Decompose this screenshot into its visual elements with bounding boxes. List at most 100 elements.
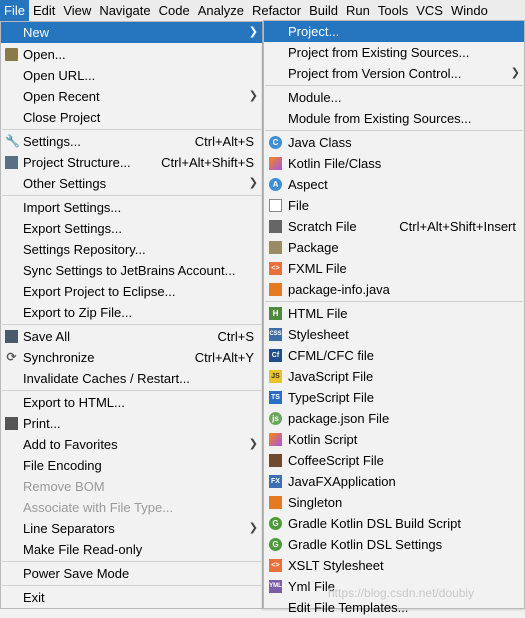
new-singleton-item[interactable]: Singleton <box>264 492 524 513</box>
menu-file[interactable]: File <box>0 0 29 21</box>
new-coffeescript-file-item[interactable]: CoffeeScript File <box>264 450 524 471</box>
new-file-item[interactable]: File <box>264 195 524 216</box>
menu-window[interactable]: Windo <box>447 0 492 21</box>
file-export-settings-item[interactable]: Export Settings... <box>1 218 262 239</box>
new-kotlin-class-item[interactable]: Kotlin File/Class <box>264 153 524 174</box>
gradle-icon: G <box>269 538 282 551</box>
aspect-icon: A <box>269 178 282 191</box>
file-export-eclipse-item[interactable]: Export Project to Eclipse... <box>1 281 262 302</box>
file-invalidate-caches-item[interactable]: Invalidate Caches / Restart... <box>1 368 262 389</box>
java-class-icon: C <box>269 136 282 149</box>
new-project-existing-label: Project from Existing Sources... <box>288 45 470 60</box>
separator <box>2 129 261 130</box>
new-javascript-file-item[interactable]: JS JavaScript File <box>264 366 524 387</box>
file-print-item[interactable]: Print... <box>1 413 262 434</box>
file-line-separators-item[interactable]: Line Separators ❯ <box>1 518 262 539</box>
chevron-right-icon: ❯ <box>248 522 258 534</box>
new-project-vcs-label: Project from Version Control... <box>288 66 462 81</box>
file-power-save-item[interactable]: Power Save Mode <box>1 563 262 584</box>
html-icon: H <box>269 307 282 320</box>
file-add-favorites-item[interactable]: Add to Favorites ❯ <box>1 434 262 455</box>
file-settings-item[interactable]: 🔧 Settings... Ctrl+Alt+S <box>1 131 262 152</box>
new-aspect-item[interactable]: A Aspect <box>264 174 524 195</box>
file-export-html-item[interactable]: Export to HTML... <box>1 392 262 413</box>
file-settings-repository-label: Settings Repository... <box>23 242 146 257</box>
new-package-item[interactable]: Package <box>264 237 524 258</box>
file-project-structure-item[interactable]: Project Structure... Ctrl+Alt+Shift+S <box>1 152 262 173</box>
new-stylesheet-item[interactable]: CSS Stylesheet <box>264 324 524 345</box>
file-close-project-item[interactable]: Close Project <box>1 107 262 128</box>
new-kotlin-script-item[interactable]: Kotlin Script <box>264 429 524 450</box>
file-export-zip-item[interactable]: Export to Zip File... <box>1 302 262 323</box>
menu-vcs[interactable]: VCS <box>412 0 447 21</box>
new-module-item[interactable]: Module... <box>264 87 524 108</box>
file-other-settings-item[interactable]: Other Settings ❯ <box>1 173 262 194</box>
file-power-save-label: Power Save Mode <box>23 566 130 581</box>
file-menu: New ❯ Open... Open URL... Open Recent ❯ … <box>0 21 263 609</box>
new-scratch-file-item[interactable]: Scratch File Ctrl+Alt+Shift+Insert <box>264 216 524 237</box>
yml-icon: YML <box>269 580 282 593</box>
file-print-label: Print... <box>23 416 61 431</box>
file-settings-repository-item[interactable]: Settings Repository... <box>1 239 262 260</box>
menu-edit[interactable]: Edit <box>29 0 59 21</box>
new-typescript-file-item[interactable]: TS TypeScript File <box>264 387 524 408</box>
menu-build[interactable]: Build <box>305 0 342 21</box>
new-cfml-file-item[interactable]: Cf CFML/CFC file <box>264 345 524 366</box>
file-import-settings-item[interactable]: Import Settings... <box>1 197 262 218</box>
file-open-url-item[interactable]: Open URL... <box>1 65 262 86</box>
new-module-existing-item[interactable]: Module from Existing Sources... <box>264 108 524 129</box>
separator <box>2 324 261 325</box>
new-java-class-item[interactable]: C Java Class <box>264 132 524 153</box>
file-sync-settings-item[interactable]: Sync Settings to JetBrains Account... <box>1 260 262 281</box>
new-gradle-kotlin-settings-label: Gradle Kotlin DSL Settings <box>288 537 443 552</box>
file-synchronize-item[interactable]: ⟳ Synchronize Ctrl+Alt+Y <box>1 347 262 368</box>
new-javafx-app-item[interactable]: FX JavaFXApplication <box>264 471 524 492</box>
file-import-settings-label: Import Settings... <box>23 200 122 215</box>
new-gradle-kotlin-settings-item[interactable]: G Gradle Kotlin DSL Settings <box>264 534 524 555</box>
file-other-settings-label: Other Settings <box>23 176 107 191</box>
new-fxml-file-item[interactable]: <> FXML File <box>264 258 524 279</box>
new-package-json-item[interactable]: js package.json File <box>264 408 524 429</box>
new-file-label: File <box>288 198 309 213</box>
menu-tools[interactable]: Tools <box>374 0 412 21</box>
shortcut: Ctrl+Alt+Y <box>194 350 254 365</box>
file-open-recent-item[interactable]: Open Recent ❯ <box>1 86 262 107</box>
file-export-eclipse-label: Export Project to Eclipse... <box>23 284 176 299</box>
new-stylesheet-label: Stylesheet <box>288 327 349 342</box>
menu-run[interactable]: Run <box>342 0 374 21</box>
menu-code[interactable]: Code <box>155 0 194 21</box>
new-package-label: Package <box>288 240 339 255</box>
menu-refactor[interactable]: Refactor <box>248 0 305 21</box>
new-html-file-item[interactable]: H HTML File <box>264 303 524 324</box>
new-gradle-kotlin-build-item[interactable]: G Gradle Kotlin DSL Build Script <box>264 513 524 534</box>
new-edit-templates-item[interactable]: Edit File Templates... <box>264 597 524 618</box>
new-edit-templates-label: Edit File Templates... <box>288 600 409 615</box>
menu-analyze[interactable]: Analyze <box>194 0 248 21</box>
new-scratch-file-label: Scratch File <box>288 219 357 234</box>
typescript-icon: TS <box>269 391 282 404</box>
gradle-icon: G <box>269 517 282 530</box>
separator <box>2 390 261 391</box>
file-encoding-item[interactable]: File Encoding <box>1 455 262 476</box>
file-new-item[interactable]: New ❯ <box>1 22 262 43</box>
kotlin-script-icon <box>269 433 282 446</box>
new-project-item[interactable]: Project... <box>264 21 524 42</box>
menu-view[interactable]: View <box>59 0 95 21</box>
nodejs-icon: js <box>269 412 282 425</box>
menu-navigate[interactable]: Navigate <box>95 0 154 21</box>
separator <box>265 130 523 131</box>
file-close-project-label: Close Project <box>23 110 101 125</box>
file-make-readonly-item[interactable]: Make File Read-only <box>1 539 262 560</box>
new-kotlin-script-label: Kotlin Script <box>288 432 358 447</box>
new-xslt-stylesheet-item[interactable]: <> XSLT Stylesheet <box>264 555 524 576</box>
file-settings-label: Settings... <box>23 134 81 149</box>
file-open-item[interactable]: Open... <box>1 44 262 65</box>
file-synchronize-label: Synchronize <box>23 350 95 365</box>
file-save-all-item[interactable]: Save All Ctrl+S <box>1 326 262 347</box>
file-project-structure-label: Project Structure... <box>23 155 131 170</box>
new-javafx-app-label: JavaFXApplication <box>288 474 396 489</box>
new-package-info-item[interactable]: package-info.java <box>264 279 524 300</box>
new-project-vcs-item[interactable]: Project from Version Control... ❯ <box>264 63 524 84</box>
file-exit-item[interactable]: Exit <box>1 587 262 608</box>
new-project-existing-item[interactable]: Project from Existing Sources... <box>264 42 524 63</box>
